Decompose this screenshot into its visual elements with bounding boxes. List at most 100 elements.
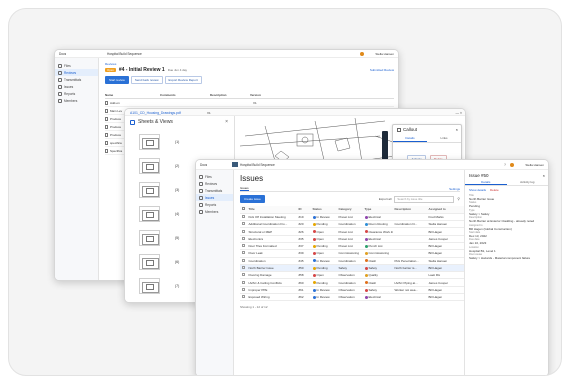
nav-reviews[interactable]: Reviews: [55, 69, 98, 76]
submitted-review-link[interactable]: Submitted Review: [370, 68, 394, 72]
sheet-thumbnail[interactable]: [139, 278, 160, 294]
table-row[interactable]: Structural or MEP #26 Open Preset List Clear…: [240, 227, 465, 236]
col-title[interactable]: Title: [247, 206, 297, 214]
nav-reviews[interactable]: Reviews: [196, 180, 233, 187]
issue-title[interactable]: HVAC & Ceiling Conflicts: [247, 278, 297, 287]
table-row[interactable]: Coordination #45 In Review Coordination Clas…: [240, 257, 465, 265]
sheet-label[interactable]: (3): [175, 188, 179, 192]
issue-title[interactable]: North Barrier Issue: [247, 264, 297, 273]
sheet-thumbnail[interactable]: [139, 134, 160, 150]
list-item[interactable]: Add-on V1: [105, 99, 394, 107]
detail-field[interactable]: Description North Barrier at Exterior Cla…: [469, 216, 548, 223]
nav-issues[interactable]: Issues: [55, 83, 98, 90]
tab-activity-log[interactable]: Activity log: [507, 180, 549, 185]
row-checkbox[interactable]: [240, 249, 247, 258]
row-checkbox[interactable]: [240, 235, 247, 244]
table-row[interactable]: Floor Leak #39 Open Commissioning Commission…: [240, 249, 465, 258]
breadcrumb[interactable]: Reviews: [105, 62, 394, 66]
tab-links[interactable]: Links: [427, 136, 461, 142]
col-category[interactable]: Category: [337, 206, 363, 214]
show-details-button[interactable]: Show details: [469, 188, 486, 192]
table-row[interactable]: Kick Off Installation Meeting #19 In Revie…: [240, 213, 465, 222]
table-row[interactable]: Flooring Damage #58 Open Observation Quality…: [240, 271, 465, 280]
table-row[interactable]: Additional Coordination Fro... #20 Pending…: [240, 220, 465, 229]
sheet-label[interactable]: (4): [175, 212, 179, 216]
send-back-review-button[interactable]: Send back review: [130, 76, 163, 84]
close-icon[interactable]: ×: [225, 119, 228, 125]
table-row[interactable]: Electronics #35 Open Preset List Electrical J…: [240, 235, 465, 244]
field-value[interactable]: North Barrier at Exterior Cladding - alr…: [469, 219, 548, 223]
close-icon[interactable]: ×: [543, 173, 545, 178]
issue-title[interactable]: Door Tiles Formatted: [247, 242, 297, 251]
export-all-button[interactable]: Export all: [379, 197, 392, 201]
create-issue-button[interactable]: Create issue: [240, 195, 265, 203]
issue-title[interactable]: Electronics: [247, 235, 297, 244]
export-review-button[interactable]: Export Review Report: [164, 76, 202, 84]
avatar[interactable]: [510, 163, 514, 167]
nav-files[interactable]: Files: [55, 62, 98, 69]
sheet-label[interactable]: (5): [175, 236, 179, 240]
avatar[interactable]: [360, 52, 364, 56]
nav-files[interactable]: Files: [196, 173, 233, 180]
col-assigned[interactable]: Assigned to: [427, 206, 465, 214]
nav-transmittals[interactable]: Transmittals: [55, 76, 98, 83]
sheet-label[interactable]: (7): [175, 284, 179, 288]
nav-issues[interactable]: Issues: [196, 194, 233, 201]
tab-issues[interactable]: Issues: [240, 186, 249, 191]
sheet-label[interactable]: (1): [175, 140, 179, 144]
field-value[interactable]: Safety > Hazards - Material component fa…: [469, 256, 548, 260]
table-row[interactable]: Improper PPE #61 In Review Observation Safet…: [240, 286, 465, 295]
detail-field[interactable]: Status Pending: [469, 201, 548, 208]
issue-title[interactable]: Flooring Damage: [247, 271, 297, 280]
sheet-thumbnail[interactable]: [139, 158, 160, 174]
nav-members[interactable]: Members: [55, 97, 98, 104]
delete-button[interactable]: Delete: [490, 188, 499, 192]
detail-field[interactable]: Root cause Safety > Hazards - Material co…: [469, 253, 548, 260]
field-value[interactable]: Jan 10, 2023: [469, 241, 548, 245]
col-id[interactable]: ID: [297, 206, 311, 214]
row-checkbox[interactable]: [240, 278, 247, 287]
table-row[interactable]: Exposed Wiring #62 In Review Observation Ele…: [240, 293, 465, 302]
project-name[interactable]: Hospital Build Sequence: [107, 52, 142, 56]
detail-field[interactable]: Title North Barrier Issue: [469, 194, 548, 201]
issue-title[interactable]: Structural or MEP: [247, 227, 297, 236]
sheet-thumbnail[interactable]: [139, 254, 160, 270]
sheet-label[interactable]: (6): [175, 260, 179, 264]
row-checkbox[interactable]: [240, 227, 247, 236]
close-icon[interactable]: ×: [456, 127, 458, 132]
nav-reports[interactable]: Reports: [196, 201, 233, 208]
table-row[interactable]: North Barrier Issue #50 Pending Safety Safet…: [240, 264, 465, 273]
row-checkbox[interactable]: [240, 271, 247, 280]
user-name[interactable]: Stella Hansen: [525, 163, 544, 167]
tab-details[interactable]: Details: [465, 180, 507, 185]
issue-title[interactable]: Additional Coordination Fro...: [247, 220, 297, 229]
field-value[interactable]: Bill Hagen (Global Construction): [469, 227, 548, 231]
col-status[interactable]: Status: [311, 206, 337, 214]
tab-details[interactable]: Details: [393, 136, 427, 142]
field-value[interactable]: Dec 13, 2022: [469, 234, 548, 238]
window-controls[interactable]: — ×: [455, 111, 462, 115]
filter-icon[interactable]: ⚲: [457, 197, 460, 201]
row-checkbox[interactable]: [240, 286, 247, 295]
field-value[interactable]: Pending: [469, 204, 548, 208]
row-checkbox[interactable]: [240, 213, 247, 222]
row-checkbox[interactable]: [240, 264, 247, 273]
detail-field[interactable]: Start date Dec 13, 2022: [469, 231, 548, 238]
start-review-button[interactable]: Start review: [105, 76, 129, 84]
issue-title[interactable]: Coordination: [247, 257, 297, 265]
detail-field[interactable]: Assigned to Bill Hagen (Global Constructi…: [469, 224, 548, 231]
row-checkbox[interactable]: [240, 257, 247, 265]
nav-members[interactable]: Members: [196, 208, 233, 215]
sheet-thumbnail[interactable]: [139, 182, 160, 198]
row-checkbox[interactable]: [240, 293, 247, 302]
sheet-thumbnail[interactable]: [139, 206, 160, 222]
project-menu[interactable]: Docs: [59, 52, 66, 56]
row-checkbox[interactable]: [240, 220, 247, 229]
settings-link[interactable]: Settings: [449, 187, 460, 191]
sheet-label[interactable]: (2): [175, 164, 179, 168]
sheet-thumbnail[interactable]: [139, 302, 160, 303]
help-icon[interactable]: ?: [504, 163, 506, 167]
row-checkbox[interactable]: [240, 242, 247, 251]
issue-title[interactable]: Improper PPE: [247, 286, 297, 295]
version-badge[interactable]: V1: [207, 111, 211, 115]
